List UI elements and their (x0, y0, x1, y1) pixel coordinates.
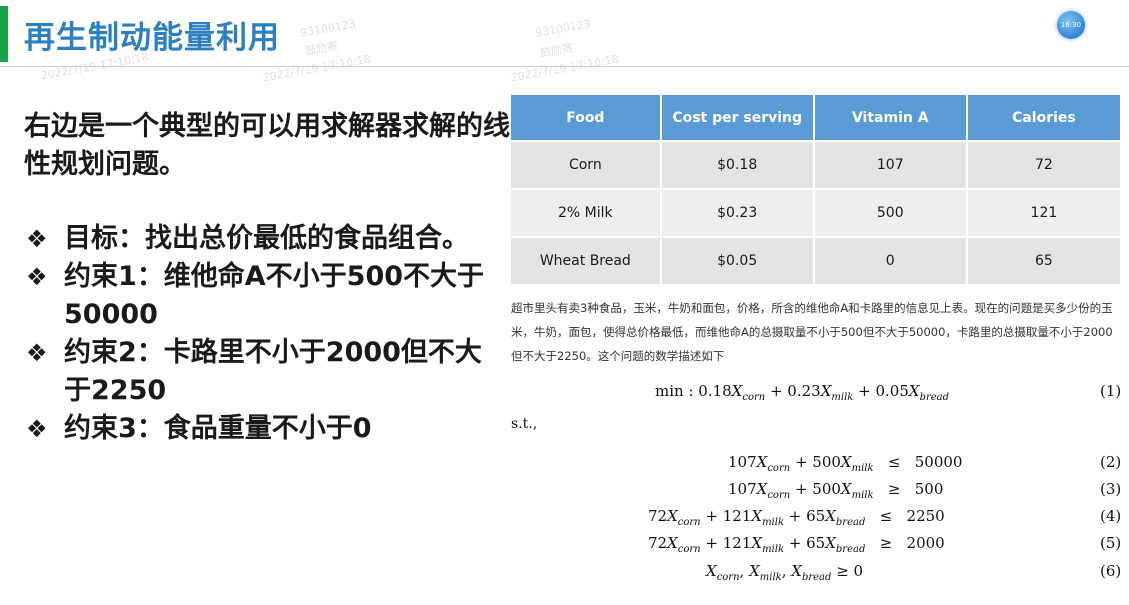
subject-to-label: s.t., (511, 416, 538, 432)
equation-number: (2) (1100, 453, 1122, 471)
bullet-constraint-2: ❖ 约束2：卡路里不小于2000但不大于2250 (26, 334, 506, 410)
problem-description: 超市里头有卖3种食品，玉米，牛奶和面包，价格，所含的维他命A和卡路里的信息见上表… (511, 301, 1113, 363)
table-cell: 500 (813, 188, 968, 237)
table-cell: 0 (813, 236, 968, 284)
table-cell: $0.23 (660, 188, 815, 237)
column-header: Vitamin A (813, 95, 968, 141)
column-header: Food (511, 95, 662, 141)
column-header: Cost per serving (660, 95, 815, 141)
clock-badge[interactable]: 16:30 (1057, 11, 1085, 39)
bullet-constraint-1: ❖ 约束1：维他命A不小于500不大于50000 (26, 258, 506, 334)
bullet-text: 约束3：食品重量不小于0 (64, 413, 372, 444)
table-header-row: Food Cost per serving Vitamin A Calories (511, 95, 1123, 141)
watermark-date: 2022/7/19 17:10:18 (509, 52, 620, 85)
table-cell: 107 (813, 140, 968, 189)
table-cell: $0.18 (660, 140, 815, 189)
table-row: 2% Milk $0.23 500 121 (511, 188, 1123, 237)
constraint-equation: 72Xcorn + 121Xmilk + 65Xbread ≤ 2250 (648, 507, 945, 528)
bullet-list: ❖ 目标：找出总价最低的食品组合。 ❖ 约束1：维他命A不小于500不大于500… (26, 220, 506, 448)
diamond-bullet-icon: ❖ (26, 263, 48, 291)
title-accent-bar (0, 6, 8, 62)
diamond-bullet-icon: ❖ (26, 339, 48, 367)
objective-equation: min : 0.18Xcorn + 0.23Xmilk + 0.05Xbread (655, 382, 950, 403)
food-table: Food Cost per serving Vitamin A Calories… (511, 95, 1123, 284)
table-cell: 121 (966, 188, 1123, 237)
table-row: Corn $0.18 107 72 (511, 140, 1123, 189)
constraint-equation: 107Xcorn + 500Xmilk ≤ 50000 (728, 453, 963, 474)
table-row: Wheat Bread $0.05 0 65 (511, 236, 1123, 284)
equation-number: (5) (1100, 534, 1122, 552)
watermark-date: 2022/7/19 17:10:18 (261, 52, 372, 85)
watermark-label: 鼓励赛 (304, 39, 339, 58)
bullet-text: 约束1：维他命A不小于500不大于50000 (64, 261, 485, 330)
equation-number: (1) (1100, 382, 1122, 400)
constraint-equation: Xcorn, Xmilk, Xbread ≥ 0 (706, 562, 864, 583)
diamond-bullet-icon: ❖ (26, 415, 48, 443)
constraint-equation: 107Xcorn + 500Xmilk ≥ 500 (728, 480, 944, 501)
column-header: Calories (966, 95, 1123, 141)
bullet-constraint-3: ❖ 约束3：食品重量不小于0 (26, 410, 506, 448)
watermark-id: 93100123 (299, 17, 357, 40)
equation-number: (6) (1100, 562, 1122, 580)
bullet-text: 目标：找出总价最低的食品组合。 (64, 223, 469, 254)
page-title: 再生制动能量利用 (24, 20, 280, 56)
table-cell: $0.05 (660, 236, 815, 284)
table-cell: 2% Milk (511, 188, 662, 237)
table-cell: 65 (966, 236, 1123, 284)
watermark-label: 鼓励赛 (539, 41, 574, 60)
intro-text: 右边是一个典型的可以用求解器求解的线性规划问题。 (24, 111, 510, 180)
table-cell: 72 (966, 140, 1123, 189)
table-cell: Corn (511, 140, 662, 189)
diamond-bullet-icon: ❖ (26, 225, 48, 253)
equation-number: (3) (1100, 480, 1122, 498)
constraint-equation: 72Xcorn + 121Xmilk + 65Xbread ≥ 2000 (648, 534, 945, 555)
table-cell: Wheat Bread (511, 236, 662, 284)
watermark-id: 93100123 (534, 17, 592, 40)
equation-number: (4) (1100, 507, 1122, 525)
bullet-text: 约束2：卡路里不小于2000但不大于2250 (64, 337, 482, 406)
bullet-objective: ❖ 目标：找出总价最低的食品组合。 (26, 220, 506, 258)
